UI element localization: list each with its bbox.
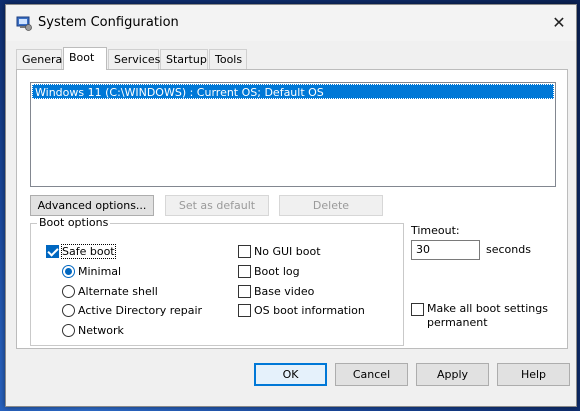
tab-services[interactable]: Services	[108, 49, 160, 69]
make-permanent-checkbox[interactable]	[411, 303, 424, 316]
ok-button[interactable]: OK	[254, 363, 327, 386]
boot-tab-panel: Windows 11 (C:\WINDOWS) : Current OS; De…	[16, 69, 568, 349]
dialog-button-bar: OK Cancel Apply Help	[6, 349, 576, 406]
apply-button[interactable]: Apply	[416, 363, 489, 386]
advanced-options-button[interactable]: Advanced options...	[30, 195, 154, 216]
base-video-checkbox[interactable]	[238, 285, 251, 298]
delete-button[interactable]: Delete	[279, 195, 383, 216]
tab-general[interactable]: General	[16, 49, 65, 69]
make-permanent-label-line1: Make all boot settings	[427, 302, 548, 315]
boot-entries-list[interactable]: Windows 11 (C:\WINDOWS) : Current OS; De…	[30, 82, 556, 187]
system-configuration-window: System Configuration ✕ General Boot Serv…	[5, 4, 577, 407]
boot-log-label: Boot log	[254, 265, 300, 278]
window-title: System Configuration	[38, 15, 179, 30]
boot-log-checkbox[interactable]	[238, 265, 251, 278]
tab-tools[interactable]: Tools	[209, 49, 247, 69]
safe-boot-checkbox[interactable]	[46, 245, 59, 258]
help-button[interactable]: Help	[497, 363, 570, 386]
boot-options-title: Boot options	[37, 216, 111, 229]
base-video-label: Base video	[254, 285, 315, 298]
safe-boot-label: Safe boot	[61, 244, 116, 259]
alternate-shell-label: Alternate shell	[78, 285, 158, 298]
network-label: Network	[78, 324, 124, 337]
msconfig-app-icon	[16, 16, 32, 31]
minimal-radio[interactable]	[62, 265, 75, 278]
timeout-input[interactable]: 30	[411, 240, 480, 260]
os-boot-information-checkbox[interactable]	[238, 304, 251, 317]
tab-boot[interactable]: Boot	[63, 47, 107, 70]
alternate-shell-radio[interactable]	[62, 285, 75, 298]
os-boot-information-label: OS boot information	[254, 304, 365, 317]
minimal-label: Minimal	[78, 265, 122, 278]
no-gui-boot-checkbox[interactable]	[238, 245, 251, 258]
close-icon: ✕	[552, 12, 566, 32]
close-button[interactable]: ✕	[548, 11, 570, 33]
network-radio[interactable]	[62, 324, 75, 337]
timeout-unit-label: seconds	[486, 243, 531, 256]
boot-entry-windows-11[interactable]: Windows 11 (C:\WINDOWS) : Current OS; De…	[32, 84, 554, 99]
no-gui-boot-label: No GUI boot	[254, 245, 321, 258]
boot-options-group: Boot options Safe boot Minimal Alternate…	[30, 216, 404, 346]
make-permanent-label-line2: permanent	[427, 316, 488, 329]
set-as-default-button[interactable]: Set as default	[165, 195, 269, 216]
tab-startup[interactable]: Startup	[160, 49, 208, 69]
title-bar: System Configuration ✕	[6, 5, 576, 41]
cancel-button[interactable]: Cancel	[335, 363, 408, 386]
active-directory-repair-radio[interactable]	[62, 304, 75, 317]
timeout-label: Timeout:	[411, 224, 460, 237]
active-directory-repair-label: Active Directory repair	[78, 304, 203, 317]
